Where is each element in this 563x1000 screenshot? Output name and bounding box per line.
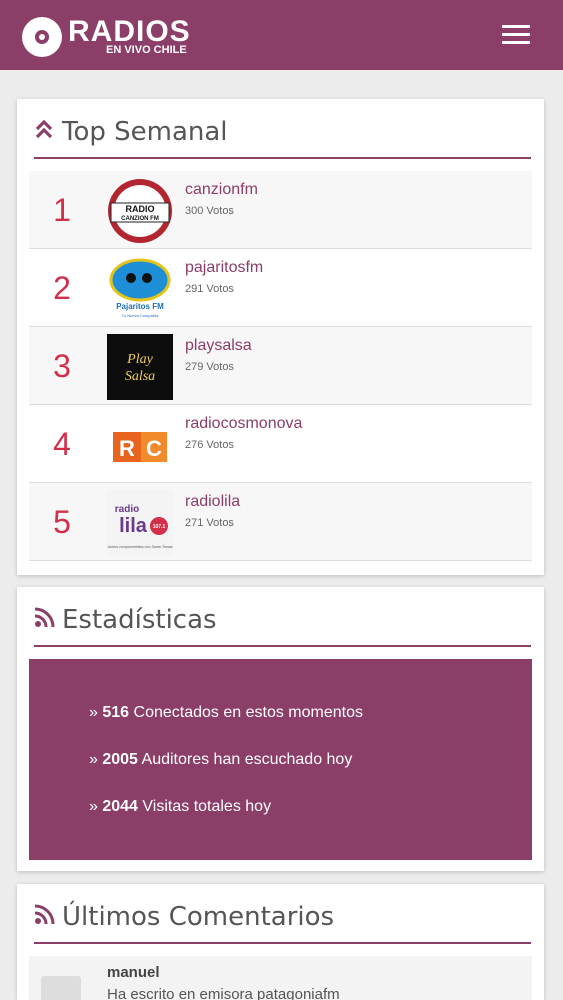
top-semanal-title: Top Semanal — [62, 117, 228, 147]
svg-text:107.1: 107.1 — [153, 524, 166, 530]
top-header: RADIOS EN VIVO CHILE — [0, 0, 563, 70]
top-semanal-list: 1 RADIO CANZION FM canzionfm 300 Votos 2 — [29, 171, 532, 561]
estadisticas-heading: Estadísticas — [34, 605, 217, 635]
station-logo[interactable]: RADIO CANZION FM — [107, 178, 173, 244]
station-logo[interactable]: Pajaritos FM Tu Nueva Compañía — [107, 256, 173, 322]
comment-item[interactable]: manuel Ha escrito en emisora patagoniafm — [29, 956, 532, 1000]
station-name[interactable]: canzionfm — [185, 181, 258, 199]
station-name[interactable]: playsalsa — [185, 337, 252, 355]
double-chevron-right-icon: » — [89, 798, 98, 815]
station-votes: 291 Votos — [185, 283, 234, 295]
double-chevron-up-icon — [34, 117, 56, 147]
double-chevron-right-icon: » — [89, 751, 98, 768]
svg-text:radio: radio — [115, 504, 139, 515]
station-name[interactable]: radiocosmonova — [185, 415, 302, 433]
stat-value: 2044 — [102, 798, 138, 815]
divider — [34, 157, 531, 159]
stat-label: Visitas totales hoy — [142, 798, 272, 815]
svg-text:lila: lila — [119, 515, 148, 537]
stat-label: Conectados en estos momentos — [133, 704, 363, 721]
station-votes: 300 Votos — [185, 205, 234, 217]
rss-feed-icon — [34, 605, 56, 635]
comment-text[interactable]: Ha escrito en emisora patagoniafm — [107, 986, 340, 1000]
svg-text:CANZION FM: CANZION FM — [121, 216, 159, 222]
svg-text:Salsa: Salsa — [125, 369, 155, 384]
rank-number: 3 — [53, 348, 71, 384]
list-item[interactable]: 1 RADIO CANZION FM canzionfm 300 Votos — [29, 171, 532, 249]
top-semanal-heading: Top Semanal — [34, 117, 228, 147]
avatar — [41, 976, 81, 1000]
station-logo[interactable]: R C — [107, 412, 173, 478]
radio-disc-icon — [22, 17, 62, 57]
station-votes: 271 Votos — [185, 517, 234, 529]
estadisticas-title: Estadísticas — [62, 605, 217, 635]
list-item[interactable]: 5 radio lila 107.1 Juntos comprometidos … — [29, 483, 532, 561]
stat-value: 516 — [102, 704, 130, 721]
site-logo[interactable]: RADIOS EN VIVO CHILE — [22, 15, 212, 59]
hamburger-menu-icon[interactable] — [502, 22, 532, 48]
comment-author[interactable]: manuel — [107, 964, 160, 981]
stat-listeners: » 2005 Auditores han escuchado hoy — [89, 751, 352, 769]
list-item[interactable]: 3 Play Salsa playsalsa 279 Votos — [29, 327, 532, 405]
logo-subtitle: EN VIVO CHILE — [106, 44, 187, 56]
stat-connected: » 516 Conectados en estos momentos — [89, 704, 363, 722]
station-logo[interactable]: radio lila 107.1 Juntos comprometidos co… — [107, 490, 173, 556]
list-item[interactable]: 4 R C radiocosmonova 276 Votos — [29, 405, 532, 483]
rss-feed-icon — [34, 902, 56, 932]
svg-text:Juntos comprometidos con Santo: Juntos comprometidos con Santo Tomas — [107, 545, 173, 549]
svg-text:RADIO: RADIO — [126, 204, 155, 214]
comentarios-card: Últimos Comentarios manuel Ha escrito en… — [17, 884, 544, 1000]
svg-text:Pajaritos FM: Pajaritos FM — [116, 302, 164, 311]
station-votes: 279 Votos — [185, 361, 234, 373]
svg-text:C: C — [146, 436, 162, 461]
stat-visits: » 2044 Visitas totales hoy — [89, 798, 271, 816]
station-name[interactable]: radiolila — [185, 493, 240, 511]
station-logo[interactable]: Play Salsa — [107, 334, 173, 400]
stat-value: 2005 — [102, 751, 138, 768]
comentarios-heading: Últimos Comentarios — [34, 902, 334, 932]
comentarios-title: Últimos Comentarios — [62, 902, 335, 932]
svg-text:R: R — [119, 436, 135, 461]
rank-number: 1 — [53, 192, 71, 228]
station-votes: 276 Votos — [185, 439, 234, 451]
svg-text:Tu Nueva Compañía: Tu Nueva Compañía — [122, 313, 160, 318]
list-item[interactable]: 2 Pajaritos FM Tu Nueva Compañía pajarit… — [29, 249, 532, 327]
rank-number: 2 — [53, 270, 71, 306]
rank-number: 5 — [53, 504, 71, 540]
rank-number: 4 — [53, 426, 71, 462]
stat-label: Auditores han escuchado hoy — [141, 751, 353, 768]
svg-text:Play: Play — [126, 352, 153, 367]
stats-panel: » 516 Conectados en estos momentos » 200… — [29, 659, 532, 860]
divider — [34, 645, 531, 647]
estadisticas-card: Estadísticas » 516 Conectados en estos m… — [17, 587, 544, 871]
divider — [34, 942, 531, 944]
top-semanal-card: Top Semanal 1 RADIO CANZION FM canzionfm… — [17, 99, 544, 575]
double-chevron-right-icon: » — [89, 704, 98, 721]
station-name[interactable]: pajaritosfm — [185, 259, 263, 277]
